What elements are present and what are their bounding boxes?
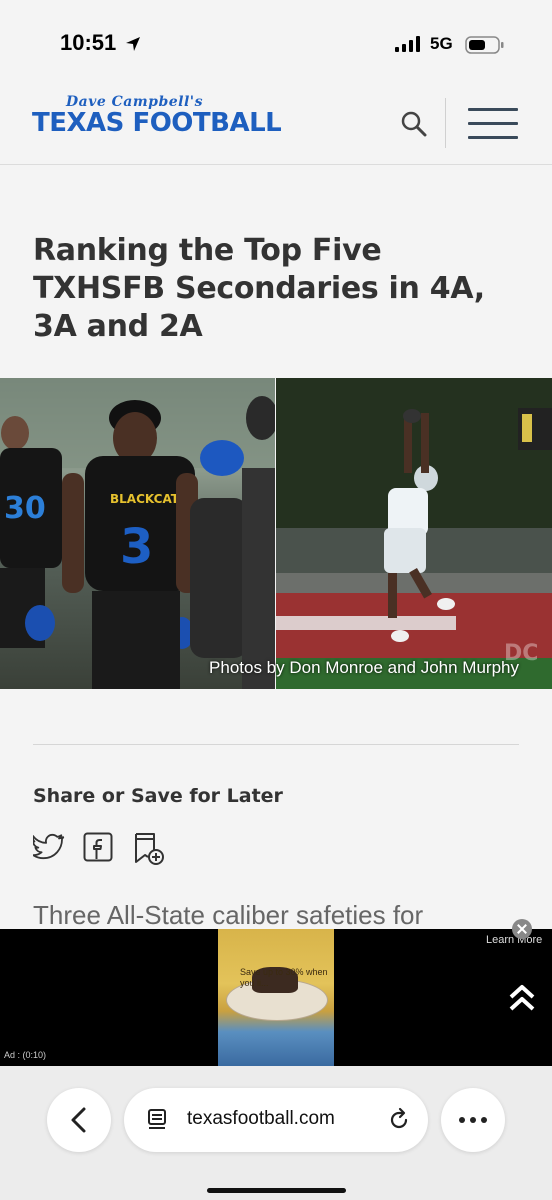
site-logo[interactable]: Dave Campbell's TEXAS FOOTBALL — [32, 94, 282, 138]
twitter-icon[interactable] — [33, 832, 65, 862]
ad-banner[interactable]: Save up to 30% when you li... Ad : (0:10… — [0, 929, 552, 1066]
football-catch-photo: DC — [276, 378, 552, 689]
double-chevron-up-icon[interactable] — [508, 983, 536, 1013]
status-bar: 10:51 5G — [0, 0, 552, 80]
article-body-text: Three All-State caliber safeties for — [33, 900, 424, 930]
cellular-signal-icon — [395, 36, 420, 52]
search-icon[interactable] — [398, 108, 430, 140]
network-type: 5G — [430, 34, 453, 53]
status-time: 10:51 — [60, 30, 117, 55]
page-menu-icon — [148, 1109, 166, 1129]
svg-text:30: 30 — [4, 491, 46, 526]
reload-icon[interactable] — [386, 1107, 412, 1133]
ad-creative-image[interactable]: Save up to 30% when you li... — [218, 929, 334, 1066]
image-caption: Photos by Don Monroe and John Murphy — [209, 658, 519, 677]
home-indicator — [207, 1188, 346, 1193]
hamburger-menu-icon[interactable] — [468, 108, 520, 142]
football-player-photo: 30 BLACKCATS 3 — [0, 378, 278, 689]
ad-promo-text: Save up to 30% when — [240, 967, 328, 977]
browser-toolbar: texasfootball.com — [0, 1066, 552, 1200]
logo-main-text: TEXAS FOOTBALL — [32, 108, 282, 138]
address-bar[interactable]: texasfootball.com — [124, 1088, 428, 1152]
ad-promo-text-2: you li... — [240, 978, 269, 988]
svg-text:3: 3 — [120, 519, 153, 575]
header-divider — [445, 98, 446, 148]
chevron-left-icon — [71, 1107, 86, 1133]
hero-photo-right: DC — [276, 378, 552, 689]
section-divider — [33, 744, 519, 745]
facebook-icon[interactable] — [83, 832, 113, 862]
ellipsis-icon — [459, 1117, 487, 1123]
ad-timer: Ad : (0:10) — [4, 1050, 47, 1060]
site-header: Dave Campbell's TEXAS FOOTBALL — [0, 80, 552, 165]
article-hero-image: 30 BLACKCATS 3 DC Photos by Don Monroe a… — [0, 378, 552, 689]
article-title: Ranking the Top Five TXHSFB Secondaries … — [33, 233, 485, 344]
more-options-button[interactable] — [441, 1088, 505, 1152]
hero-photo-left: 30 BLACKCATS 3 — [0, 378, 278, 689]
ad-close-icon[interactable] — [512, 919, 532, 939]
back-button[interactable] — [47, 1088, 111, 1152]
bookmark-add-icon[interactable] — [134, 832, 166, 866]
svg-text:BLACKCATS: BLACKCATS — [110, 492, 188, 506]
battery-icon — [465, 36, 504, 54]
share-section-title: Share or Save for Later — [33, 785, 283, 807]
location-arrow-icon — [126, 37, 140, 51]
url-text: texasfootball.com — [187, 1108, 335, 1129]
